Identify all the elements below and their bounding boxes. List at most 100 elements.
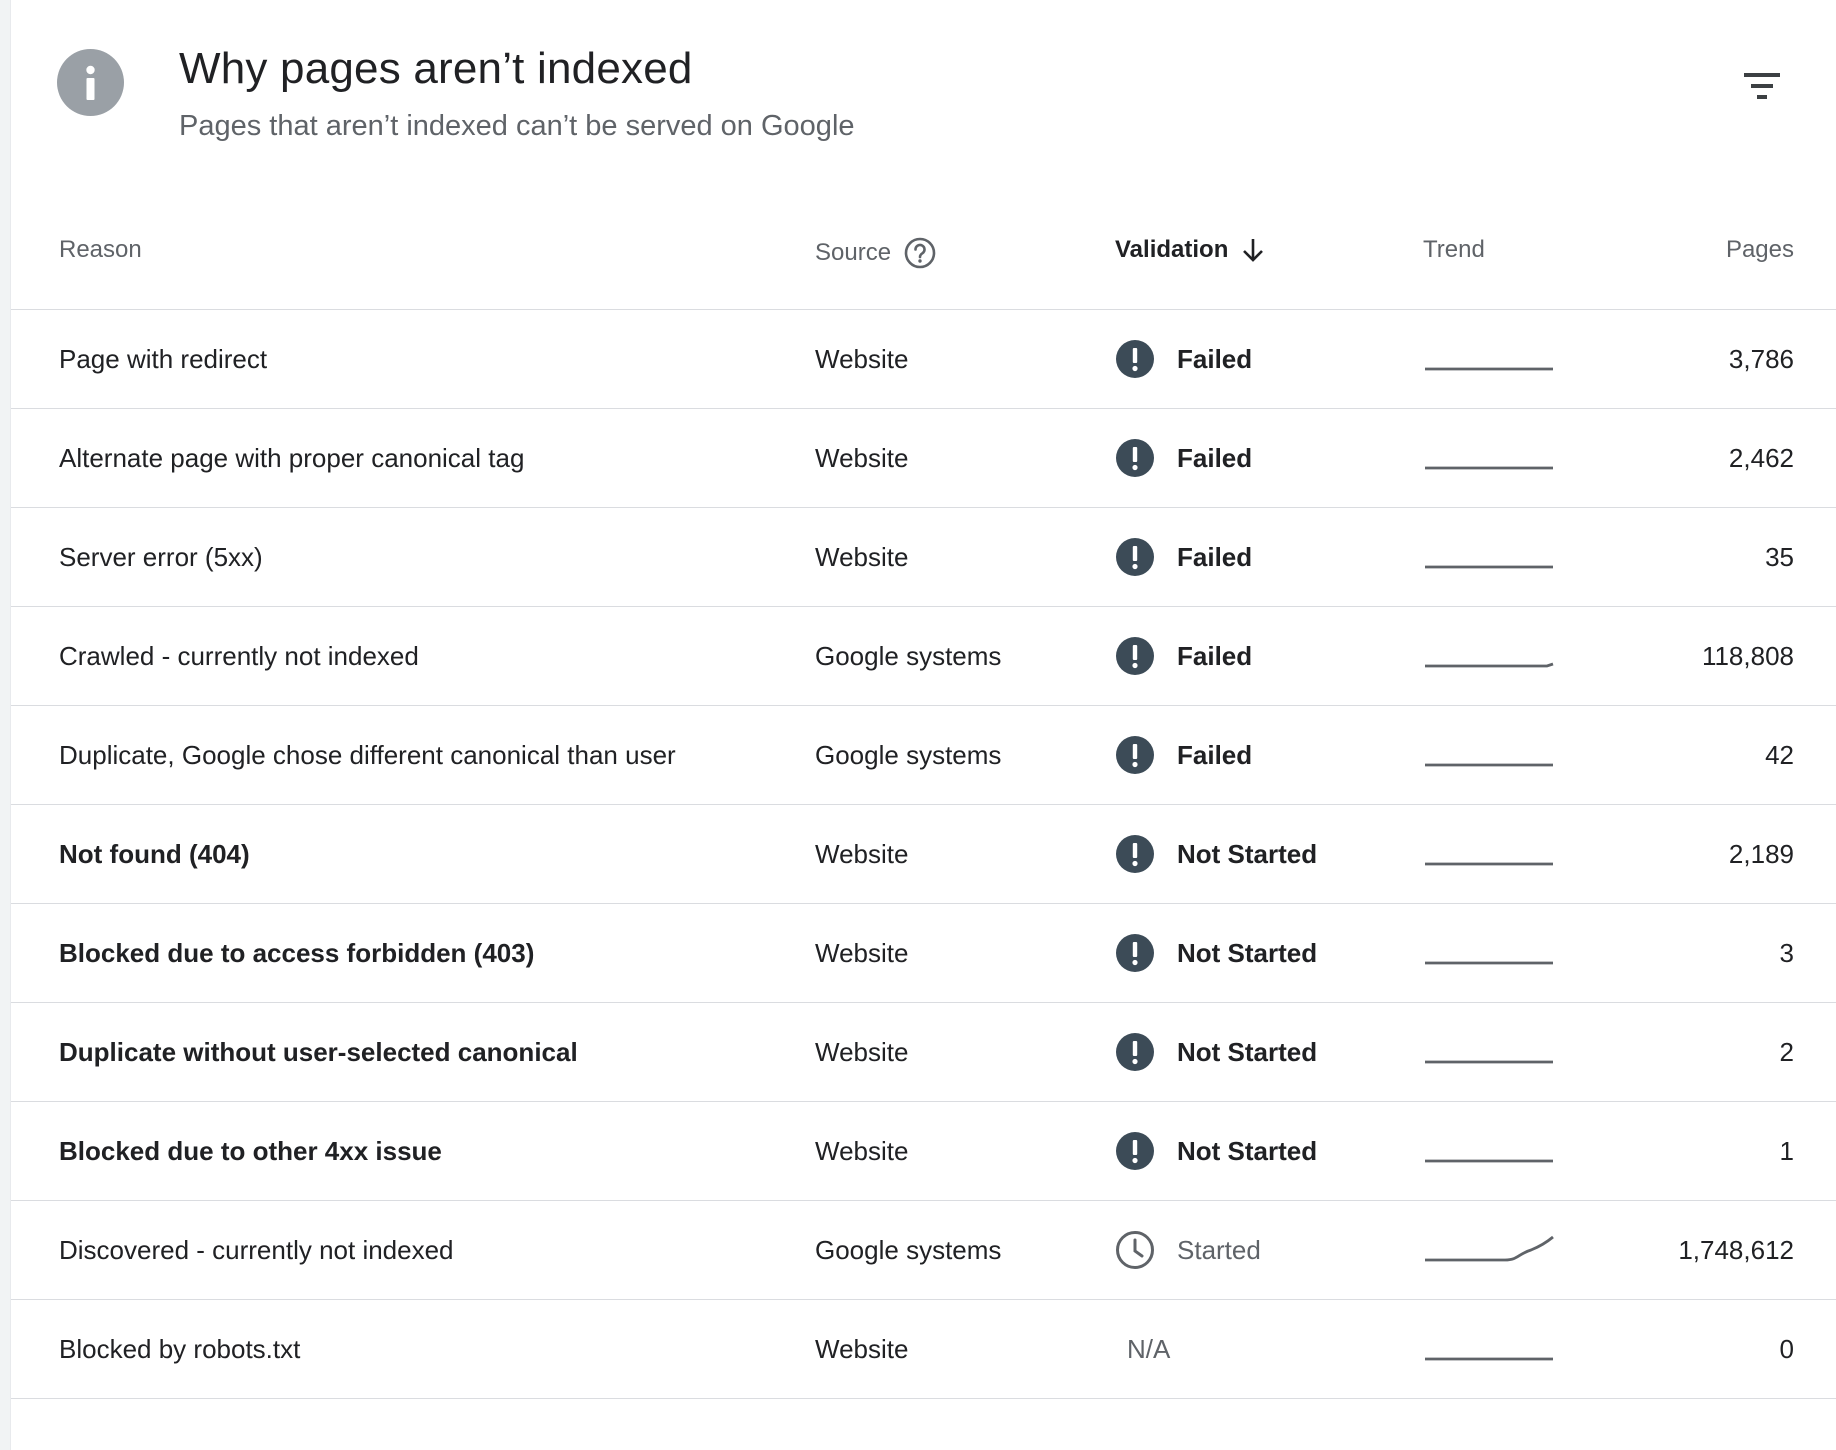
error-icon xyxy=(1115,933,1155,973)
row-source: Website xyxy=(815,1036,909,1067)
row-source: Website xyxy=(815,442,909,473)
row-reason: Blocked by robots.txt xyxy=(59,1333,301,1364)
validation-status: Failed xyxy=(1177,739,1253,770)
row-pages: 0 xyxy=(1779,1333,1794,1364)
column-header-pages[interactable]: Pages xyxy=(1571,236,1794,264)
row-validation: Failed xyxy=(1115,508,1415,606)
error-icon xyxy=(1115,339,1155,379)
table-row[interactable]: Blocked due to other 4xx issue Website Not… xyxy=(11,1102,1836,1201)
trend-sparkline xyxy=(1423,409,1563,507)
row-reason: Blocked due to other 4xx issue xyxy=(59,1135,442,1166)
row-reason: Duplicate, Google chose different canoni… xyxy=(59,739,676,770)
row-source: Website xyxy=(815,1135,909,1166)
row-source: Google systems xyxy=(815,739,1002,770)
row-validation: Not Started xyxy=(1115,1102,1415,1200)
row-validation: Failed xyxy=(1115,409,1415,507)
page-title: Why pages aren’t indexed xyxy=(179,44,693,93)
error-icon xyxy=(1115,537,1155,577)
column-header-reason[interactable]: Reason xyxy=(59,236,142,264)
indexing-card: Why pages aren’t indexed Pages that aren… xyxy=(10,0,1836,1450)
error-icon xyxy=(1115,834,1155,874)
row-validation: Not Started xyxy=(1115,805,1415,903)
issues-table: Page with redirect Website Failed 3,786 Alte… xyxy=(11,310,1836,1399)
validation-status: Started xyxy=(1177,1234,1261,1265)
row-source: Google systems xyxy=(815,1234,1002,1265)
validation-status: Not Started xyxy=(1177,937,1318,968)
row-source: Website xyxy=(815,541,909,572)
row-reason: Page with redirect xyxy=(59,343,268,374)
validation-status: Not Started xyxy=(1177,1135,1318,1166)
row-source: Google systems xyxy=(815,640,1002,671)
trend-sparkline xyxy=(1423,904,1563,1002)
row-source: Website xyxy=(815,838,909,869)
page-subtitle: Pages that aren’t indexed can’t be serve… xyxy=(179,110,855,142)
row-validation: Failed xyxy=(1115,310,1415,408)
row-reason: Discovered - currently not indexed xyxy=(59,1234,454,1265)
row-source: Website xyxy=(815,1333,909,1364)
row-validation: Failed xyxy=(1115,607,1415,705)
table-row[interactable]: Duplicate, Google chose different canoni… xyxy=(11,706,1836,805)
error-icon xyxy=(1115,1131,1155,1171)
table-row[interactable]: Not found (404) Website Not Started 2,189 xyxy=(11,805,1836,904)
trend-sparkline xyxy=(1423,310,1563,408)
row-validation: Started xyxy=(1115,1201,1415,1299)
validation-status: Failed xyxy=(1177,541,1253,572)
filter-button[interactable] xyxy=(1739,66,1785,106)
filter-icon xyxy=(1744,73,1780,99)
trend-sparkline xyxy=(1423,805,1563,903)
trend-sparkline xyxy=(1423,1003,1563,1101)
row-pages: 35 xyxy=(1765,541,1794,572)
arrow-down-icon xyxy=(1243,239,1264,262)
validation-status: Not Started xyxy=(1177,838,1318,869)
row-reason: Alternate page with proper canonical tag xyxy=(59,442,525,473)
table-row[interactable]: Blocked due to access forbidden (403) Web… xyxy=(11,904,1836,1003)
row-pages: 118,808 xyxy=(1701,640,1794,671)
column-header-validation[interactable]: Validation xyxy=(1115,236,1266,264)
row-reason: Server error (5xx) xyxy=(59,541,263,572)
table-row[interactable]: Server error (5xx) Website Failed 35 xyxy=(11,508,1836,607)
row-validation: Not Started xyxy=(1115,1003,1415,1101)
column-header-trend[interactable]: Trend xyxy=(1423,236,1485,264)
row-pages: 2,189 xyxy=(1728,838,1794,869)
table-row[interactable]: Page with redirect Website Failed 3,786 xyxy=(11,310,1836,409)
row-reason: Blocked due to access forbidden (403) xyxy=(59,937,535,968)
error-icon xyxy=(1115,636,1155,676)
row-validation: Failed xyxy=(1115,706,1415,804)
validation-status: Not Started xyxy=(1177,1036,1318,1067)
help-icon[interactable] xyxy=(903,236,937,270)
validation-status: Failed xyxy=(1177,343,1253,374)
trend-sparkline xyxy=(1423,706,1563,804)
row-pages: 3 xyxy=(1779,937,1794,968)
row-pages: 2,462 xyxy=(1728,442,1794,473)
validation-status: Failed xyxy=(1177,640,1253,671)
card-header: Why pages aren’t indexed Pages that aren… xyxy=(11,0,1836,200)
table-row[interactable]: Alternate page with proper canonical tag… xyxy=(11,409,1836,508)
row-pages: 2 xyxy=(1779,1036,1794,1067)
row-validation: Not Started xyxy=(1115,904,1415,1002)
table-row[interactable]: Blocked by robots.txt Website N/A 0 xyxy=(11,1300,1836,1399)
trend-sparkline xyxy=(1423,1102,1563,1200)
validation-status: N/A xyxy=(1127,1333,1171,1364)
row-reason: Not found (404) xyxy=(59,838,250,869)
table-row[interactable]: Crawled - currently not indexed Google sy… xyxy=(11,607,1836,706)
row-reason: Crawled - currently not indexed xyxy=(59,640,419,671)
trend-sparkline xyxy=(1423,1300,1563,1398)
table-row[interactable]: Discovered - currently not indexed Google… xyxy=(11,1201,1836,1300)
row-reason: Duplicate without user-selected canonica… xyxy=(59,1036,578,1067)
trend-sparkline xyxy=(1423,607,1563,705)
row-source: Website xyxy=(815,343,909,374)
row-validation: N/A xyxy=(1115,1300,1415,1398)
error-icon xyxy=(1115,438,1155,478)
error-icon xyxy=(1115,735,1155,775)
column-header-source[interactable]: Source xyxy=(815,236,937,270)
row-pages: 42 xyxy=(1765,739,1794,770)
validation-status: Failed xyxy=(1177,442,1253,473)
error-icon xyxy=(1115,1032,1155,1072)
info-icon xyxy=(57,49,124,116)
table-row[interactable]: Duplicate without user-selected canonica… xyxy=(11,1003,1836,1102)
row-source: Website xyxy=(815,937,909,968)
table-footer xyxy=(11,1400,1836,1450)
clock-icon xyxy=(1115,1230,1155,1270)
trend-sparkline xyxy=(1423,508,1563,606)
row-pages: 3,786 xyxy=(1728,343,1794,374)
